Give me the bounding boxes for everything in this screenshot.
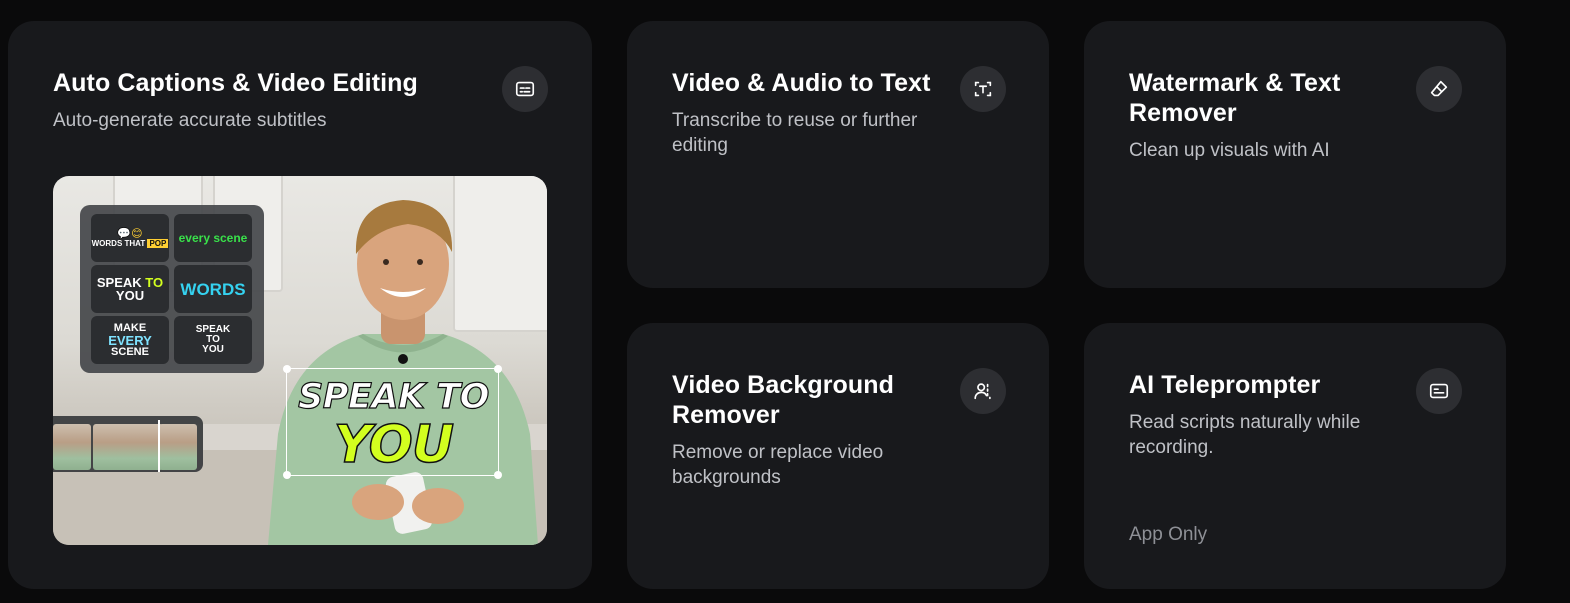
auto-captions-card[interactable]: Auto Captions & Video Editing Auto-gener…: [8, 21, 592, 589]
card-title: Video Background Remover: [672, 371, 895, 429]
card-subtitle: Auto-generate accurate subtitles: [53, 110, 327, 131]
caption-style-speak-to-you-stacked[interactable]: SPEAK TO YOU: [174, 316, 252, 364]
watermark-remover-card[interactable]: Watermark & Text Remover Clean up visual…: [1084, 21, 1506, 288]
card-subtitle: Read scripts naturally while recording.: [1129, 412, 1361, 458]
caption-selection-box[interactable]: SPEAK TO YOU: [283, 365, 502, 479]
caption-style-panel: 💬😊 WORDS THAT POP every scene SPEAK TO Y…: [80, 205, 264, 373]
video-audio-to-text-card[interactable]: Video & Audio to Text Transcribe to reus…: [627, 21, 1049, 288]
ai-teleprompter-card[interactable]: AI Teleprompter Read scripts naturally w…: [1084, 323, 1506, 589]
app-only-label: App Only: [1129, 524, 1208, 545]
caption-style-words-that-pop[interactable]: 💬😊 WORDS THAT POP: [91, 214, 169, 262]
card-title: Auto Captions & Video Editing: [53, 69, 418, 97]
text-recognition-icon[interactable]: [960, 66, 1006, 112]
teleprompter-icon[interactable]: [1416, 368, 1462, 414]
person-cutout-icon[interactable]: [960, 368, 1006, 414]
timeline-frame: [159, 424, 197, 470]
caption-style-every-scene[interactable]: every scene: [174, 214, 252, 262]
timeline-filmstrip[interactable]: [53, 416, 203, 472]
card-title: AI Teleprompter: [1129, 371, 1321, 399]
eraser-icon[interactable]: [1416, 66, 1462, 112]
resize-handle[interactable]: [494, 365, 502, 373]
captions-preview-image: 💬😊 WORDS THAT POP every scene SPEAK TO Y…: [53, 176, 547, 545]
card-subtitle: Remove or replace video backgrounds: [672, 442, 884, 488]
caption-style-speak-to-you[interactable]: SPEAK TO YOU: [91, 265, 169, 313]
card-subtitle: Clean up visuals with AI: [1129, 140, 1330, 161]
video-background-remover-card[interactable]: Video Background Remover Remove or repla…: [627, 323, 1049, 589]
card-subtitle: Transcribe to reuse or further editing: [672, 110, 918, 156]
card-title: Video & Audio to Text: [672, 69, 931, 97]
caption-text-bottom: YOU: [333, 414, 455, 476]
caption-text-top: SPEAK TO: [297, 376, 489, 417]
caption-style-words[interactable]: WORDS: [174, 265, 252, 313]
playhead-handle[interactable]: [158, 420, 160, 472]
card-title: Watermark & Text Remover: [1129, 69, 1341, 127]
resize-handle[interactable]: [283, 365, 291, 373]
timeline-frame: [53, 424, 91, 470]
subtitles-icon[interactable]: [502, 66, 548, 112]
caption-style-make-every-scene[interactable]: MAKE EVERY SCENE: [91, 316, 169, 364]
